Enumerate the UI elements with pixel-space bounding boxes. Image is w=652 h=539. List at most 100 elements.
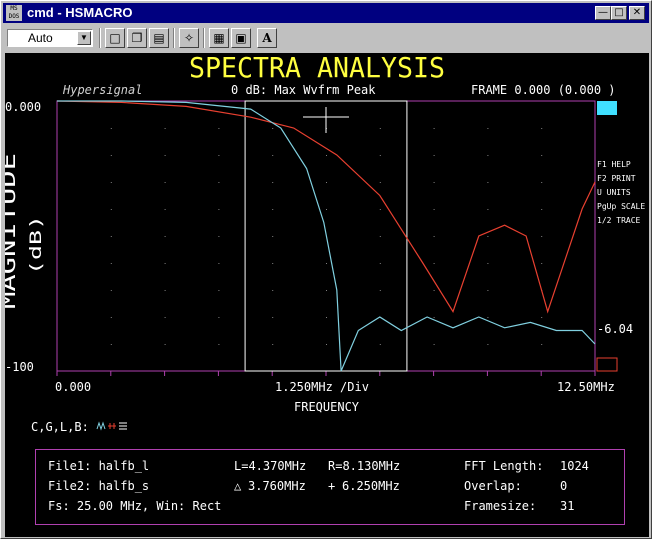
grid-dot — [433, 128, 435, 129]
grid-dot — [379, 209, 381, 210]
grid-dot — [433, 236, 435, 237]
full-screen-button[interactable]: ✧ — [179, 28, 199, 48]
grid-dot — [218, 317, 220, 318]
grid-dot — [164, 263, 166, 264]
toolbar: Auto ▼ □ ❐ ▤ ✧ ▦ ▣ A — [3, 25, 649, 51]
marker-indicator-bottom — [596, 357, 618, 372]
help-item: U UNITS — [597, 188, 631, 197]
marker-indicator-top — [597, 101, 617, 115]
help-item: F1 HELP — [597, 160, 631, 169]
file2-label: File2: halfb_s — [48, 479, 149, 493]
grid-dot — [110, 182, 112, 183]
screen-heading: SPECTRA ANALYSIS — [189, 53, 445, 84]
grid-dot — [326, 209, 327, 210]
overlap-value: 0 — [560, 479, 567, 493]
title-bar[interactable]: MS DOS cmd - HSMACRO — □ ✕ — [3, 3, 649, 23]
toolbar-separator — [173, 28, 175, 48]
console-display[interactable]: SPECTRA ANALYSIS Hypersignal 0 dB: Max W… — [5, 53, 649, 537]
grid-dot — [164, 209, 166, 210]
series-line-file2 — [57, 100, 596, 372]
help-item: PgUp SCALE — [597, 202, 645, 211]
fft-length-value: 1024 — [560, 459, 589, 473]
minimize-button[interactable]: — — [595, 6, 611, 20]
grid-dot — [272, 236, 274, 237]
font-size-value: Auto — [28, 31, 53, 45]
help-menu: F1 HELP F2 PRINT U UNITS PgUp SCALE 1/2 … — [597, 160, 645, 225]
center-label: 6.250MHz — [342, 479, 400, 493]
grid-dot — [218, 128, 220, 129]
grid-dot — [541, 182, 543, 183]
grid-dot — [110, 263, 112, 264]
grid-dot — [433, 209, 435, 210]
font-button[interactable]: A — [257, 28, 277, 48]
grid-dot — [379, 155, 381, 156]
y-axis-title: MAGNITUDE — [5, 153, 20, 309]
y-tick-bottom: -100 — [5, 360, 34, 374]
cglb-label: C,G,L,B: — [31, 420, 89, 434]
grid-dot — [541, 155, 543, 156]
grid-dot — [110, 155, 112, 156]
grid-dot — [272, 128, 274, 129]
marker-crosshair[interactable] — [303, 107, 349, 133]
app-window: MS DOS cmd - HSMACRO — □ ✕ Auto ▼ □ ❐ ▤ … — [0, 0, 652, 539]
grid-dot — [110, 128, 112, 129]
brand-label: Hypersignal — [62, 83, 142, 97]
chevron-down-icon[interactable]: ▼ — [77, 31, 91, 45]
grid-dot — [379, 128, 381, 129]
grid-dot — [433, 290, 435, 291]
file-info-panel: File1: halfb_l File2: halfb_s Fs: 25.00 … — [35, 449, 625, 525]
grid-dot — [272, 317, 274, 318]
grid-dot — [379, 182, 381, 183]
grid-dot — [272, 344, 274, 345]
grid-dot — [272, 155, 274, 156]
grid-dot — [433, 182, 435, 183]
delta-icon: △ — [234, 479, 242, 493]
grid-dot — [487, 182, 489, 183]
grid-dot — [110, 290, 112, 291]
grid-dot — [326, 263, 327, 264]
grid-dot — [487, 290, 489, 291]
grid-dot — [164, 128, 166, 129]
properties-button[interactable]: ▦ — [209, 28, 229, 48]
grid-dot — [110, 317, 112, 318]
plus-icon: + — [328, 479, 335, 493]
grid-dot — [433, 263, 435, 264]
grid-dot — [541, 236, 543, 237]
grid-dot — [110, 344, 112, 345]
grid-dot — [487, 155, 489, 156]
toolbar-separator — [99, 28, 101, 48]
grid-dot — [433, 155, 435, 156]
trace-style-icon — [96, 421, 127, 431]
grid-dot — [326, 317, 327, 318]
grid-dot — [541, 344, 543, 345]
file-info-text: File1: halfb_l File2: halfb_s Fs: 25.00 … — [48, 459, 589, 513]
grid-dot — [218, 236, 220, 237]
y-tick-top: 0.000 — [5, 100, 41, 114]
reference-label: 0 dB: Max Wvfrm Peak — [231, 83, 376, 97]
window-title: cmd - HSMACRO — [27, 5, 133, 20]
grid-dot — [433, 317, 435, 318]
delta-label: 3.760MHz — [248, 479, 306, 493]
grid-dot — [164, 317, 166, 318]
x-ticks — [56, 371, 596, 376]
grid-dot — [379, 263, 381, 264]
background-button[interactable]: ▣ — [231, 28, 251, 48]
paste-button[interactable]: ▤ — [149, 28, 169, 48]
grid-dot — [326, 290, 327, 291]
font-size-select[interactable]: Auto ▼ — [7, 29, 93, 47]
cursor-right-label: R=8.130MHz — [328, 459, 400, 473]
marker-value: -6.04 — [597, 322, 633, 336]
grid-dot — [164, 236, 166, 237]
grid-dot — [326, 155, 327, 156]
grid-dot — [379, 290, 381, 291]
framesize-label: Framesize: — [464, 499, 536, 513]
maximize-button[interactable]: □ — [611, 6, 627, 20]
grid-dot — [433, 344, 435, 345]
spectrum-plot — [56, 100, 596, 376]
grid-dot — [487, 236, 489, 237]
grid-dot — [272, 263, 274, 264]
copy-button[interactable]: ❐ — [127, 28, 147, 48]
cursor-left-label: L=4.370MHz — [234, 459, 306, 473]
mark-button[interactable]: □ — [105, 28, 125, 48]
close-button[interactable]: ✕ — [629, 6, 645, 20]
